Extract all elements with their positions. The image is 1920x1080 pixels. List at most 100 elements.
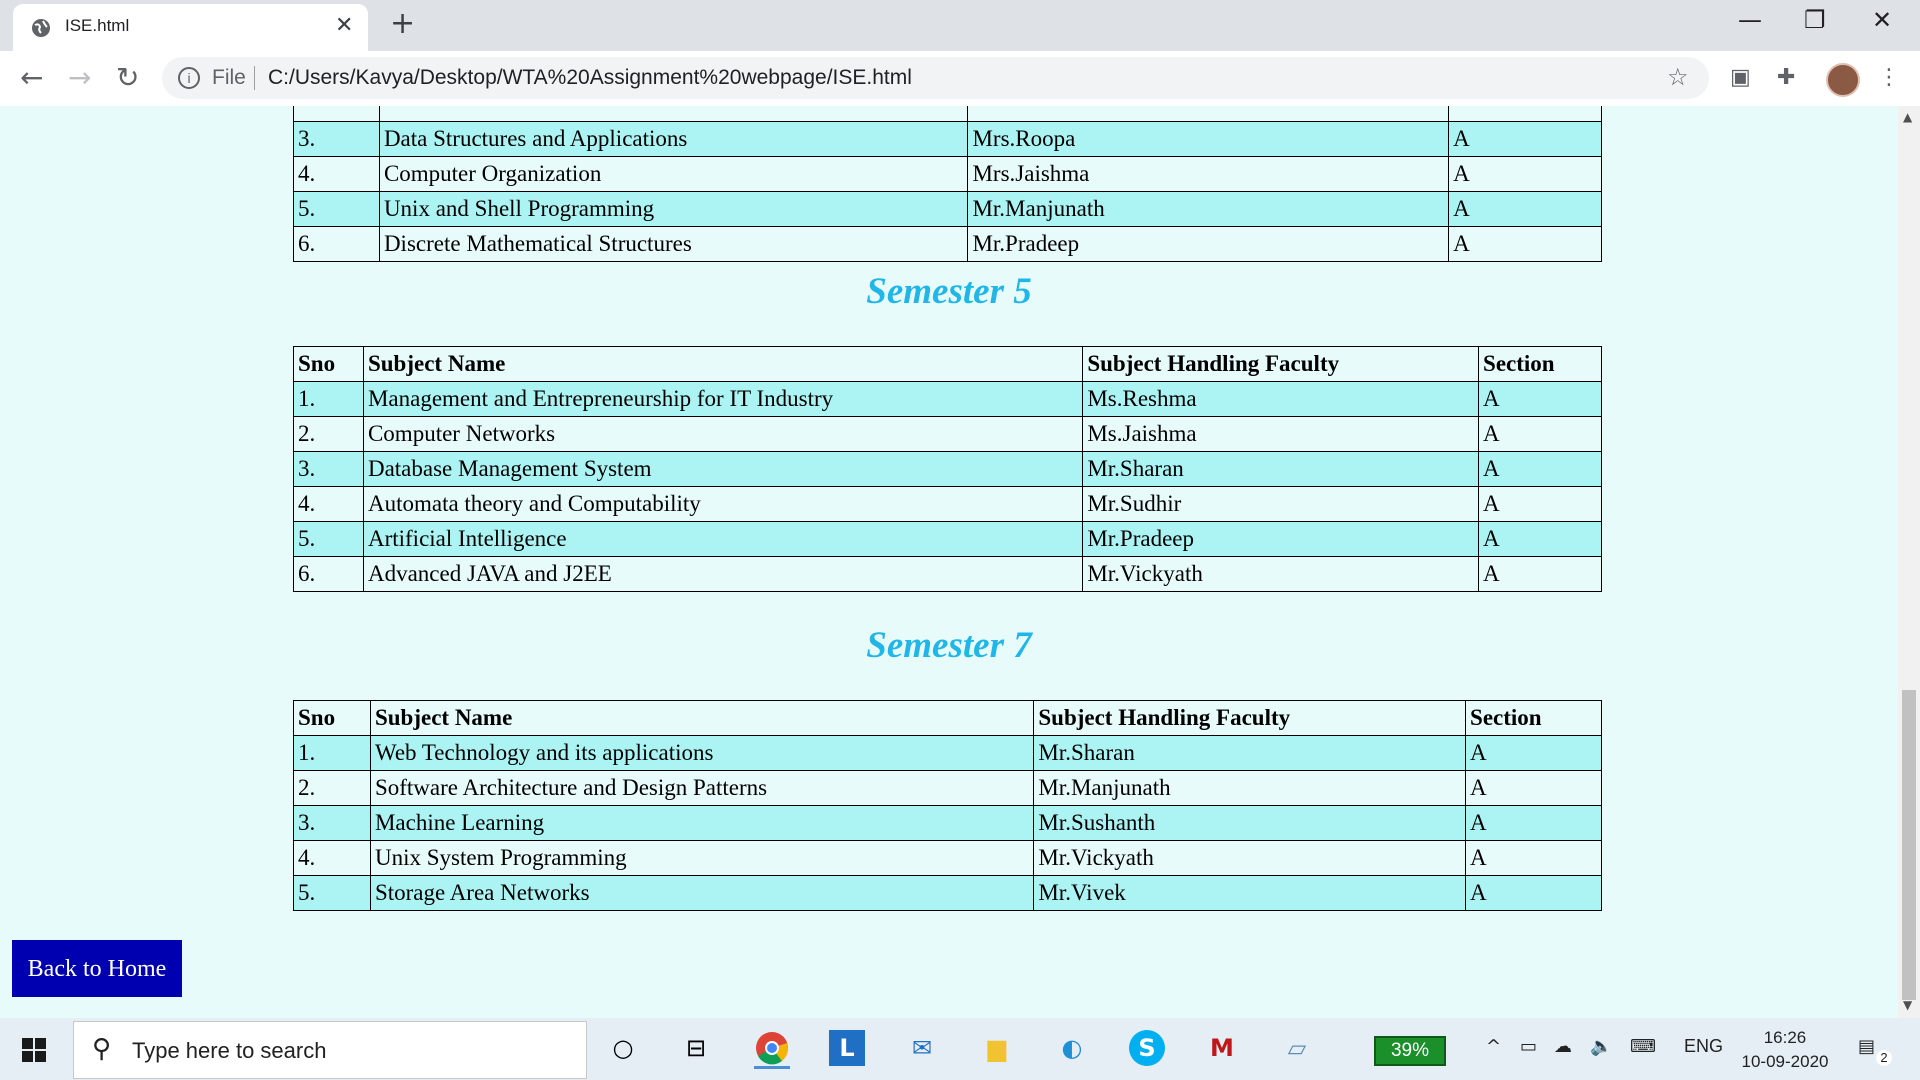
page-scrollbar[interactable]: ▲ ▼ [1898, 106, 1920, 1018]
l-app-icon[interactable]: L [829, 1030, 865, 1066]
task-view-icon[interactable]: ⊟ [678, 1030, 714, 1066]
scrollbar-thumb[interactable] [1902, 690, 1916, 1000]
subject-cell: Management and Entrepreneurship for IT I… [362, 381, 1084, 417]
section-cell: A [1465, 735, 1602, 771]
faculty-cell: Mr.Sharan [1082, 451, 1480, 487]
browser-tab[interactable]: ISE.html ✕ [13, 4, 368, 51]
bookmark-star-icon[interactable]: ☆ [1667, 63, 1689, 91]
table-row: 3. Machine Learning Mr.Sushanth A [293, 805, 1602, 841]
edge-icon[interactable]: ◐ [1054, 1030, 1090, 1066]
back-arrow-icon[interactable]: ← [20, 61, 43, 94]
subject-cell: Discrete Mathematical Structures [378, 226, 969, 262]
faculty-cell: Mr.Pradeep [1082, 521, 1480, 557]
notepad-icon[interactable]: ▱ [1279, 1030, 1315, 1066]
minimize-icon[interactable]: — [1738, 6, 1762, 34]
faculty-cell: Ms.Reshma [1082, 381, 1480, 417]
mail-icon[interactable]: ✉ [904, 1030, 940, 1066]
faculty-cell: Mr.Vickyath [1033, 840, 1467, 876]
header-faculty: Subject Handling Faculty [1033, 700, 1467, 736]
semester-3-table: 3. Data Structures and Applications Mrs.… [293, 106, 1602, 262]
section-cell: A [1465, 770, 1602, 806]
skype-icon[interactable]: S [1129, 1030, 1165, 1066]
section-cell: A [1448, 226, 1602, 262]
sno-cell: 1. [293, 735, 371, 771]
faculty-cell: Mr.Vickyath [1082, 556, 1480, 592]
semester-5-heading: Semester 5 [866, 271, 1032, 312]
scroll-up-icon[interactable]: ▲ [1903, 110, 1912, 124]
tab-close-icon[interactable]: ✕ [335, 13, 353, 38]
language-indicator[interactable]: ENG [1684, 1036, 1723, 1057]
window-close-icon[interactable]: ✕ [1872, 6, 1892, 34]
faculty-cell: Mr.Vivek [1033, 875, 1467, 911]
table-row: 5. Storage Area Networks Mr.Vivek A [293, 875, 1602, 911]
volume-icon[interactable]: 🔈 [1590, 1036, 1612, 1057]
faculty-cell: Mr.Manjunath [967, 191, 1450, 227]
section-cell: A [1465, 875, 1602, 911]
menu-kebab-icon[interactable]: ⋮ [1878, 65, 1900, 90]
sno-cell: 1. [293, 381, 364, 417]
section-cell: A [1478, 486, 1602, 522]
notification-count-badge: 2 [1876, 1050, 1892, 1066]
section-cell: A [1478, 416, 1602, 452]
header-section: Section [1478, 346, 1602, 382]
table-row: 4. Automata theory and Computability Mr.… [293, 486, 1602, 522]
reload-icon[interactable]: ↻ [116, 61, 139, 94]
cortana-icon[interactable]: ○ [605, 1030, 641, 1066]
onedrive-cloud-icon[interactable]: ☁ [1554, 1036, 1572, 1057]
search-placeholder: Type here to search [132, 1038, 327, 1063]
file-explorer-icon[interactable]: ▆ [979, 1030, 1015, 1066]
back-to-home-button[interactable]: Back to Home [12, 940, 182, 997]
subject-cell: Web Technology and its applications [369, 735, 1035, 771]
sno-cell: 4. [293, 840, 371, 876]
header-faculty: Subject Handling Faculty [1082, 346, 1480, 382]
battery-icon[interactable]: ▭ [1520, 1036, 1537, 1057]
new-tab-icon[interactable]: + [390, 6, 415, 41]
page-content: 3. Data Structures and Applications Mrs.… [0, 106, 1898, 1018]
header-sno: Sno [293, 346, 364, 382]
subject-cell: Automata theory and Computability [362, 486, 1084, 522]
address-bar[interactable]: i File C:/Users/Kavya/Desktop/WTA%20Assi… [162, 57, 1709, 99]
sno-cell: 3. [293, 451, 364, 487]
info-icon[interactable]: i [178, 67, 200, 89]
taskbar-clock[interactable]: 16:26 10-09-2020 [1730, 1026, 1840, 1074]
chrome-icon[interactable] [754, 1030, 790, 1069]
subject-cell: Database Management System [362, 451, 1084, 487]
address-url[interactable]: C:/Users/Kavya/Desktop/WTA%20Assignment%… [268, 66, 912, 90]
profile-avatar[interactable] [1826, 63, 1860, 97]
section-cell: A [1448, 121, 1602, 157]
show-hidden-icons-chevron-icon[interactable]: ^ [1486, 1036, 1501, 1057]
sno-cell: 5. [293, 191, 380, 227]
notification-center-icon[interactable]: ▤ [1858, 1036, 1875, 1057]
subject-cell: Unix System Programming [369, 840, 1035, 876]
subject-cell: Artificial Intelligence [362, 521, 1084, 557]
clock-date: 10-09-2020 [1741, 1052, 1829, 1071]
restore-icon[interactable]: ❐ [1804, 6, 1826, 34]
windows-taskbar: ⚲ Type here to search ○ ⊟ L ✉ ▆ ◐ S M ▱ … [0, 1018, 1920, 1080]
mcafee-icon[interactable]: M [1204, 1030, 1240, 1066]
section-cell: A [1478, 521, 1602, 557]
table-header-row: Sno Subject Name Subject Handling Facult… [293, 346, 1602, 382]
subject-cell: Advanced JAVA and J2EE [362, 556, 1084, 592]
globe-icon [32, 19, 50, 37]
keyboard-icon[interactable]: ⌨ [1630, 1036, 1656, 1057]
extension-icon[interactable]: ▣ [1730, 65, 1751, 90]
semester-7-table: Sno Subject Name Subject Handling Facult… [293, 700, 1602, 911]
battery-meter[interactable]: 39% [1374, 1036, 1446, 1066]
faculty-cell: Mr.Manjunath [1033, 770, 1467, 806]
windows-start-icon[interactable] [22, 1038, 46, 1062]
section-cell: A [1448, 191, 1602, 227]
scroll-down-icon[interactable]: ▼ [1903, 998, 1912, 1012]
forward-arrow-icon[interactable]: → [68, 61, 91, 94]
puzzle-extensions-icon[interactable]: ✚ [1777, 65, 1795, 90]
sno-cell: 2. [293, 770, 371, 806]
sno-cell: 6. [293, 556, 364, 592]
clock-time: 16:26 [1763, 1028, 1807, 1047]
header-subject: Subject Name [369, 700, 1035, 736]
section-cell: A [1478, 381, 1602, 417]
table-row: 5. Artificial Intelligence Mr.Pradeep A [293, 521, 1602, 557]
header-subject: Subject Name [362, 346, 1084, 382]
sno-cell: 3. [293, 805, 371, 841]
table-header-row: Sno Subject Name Subject Handling Facult… [293, 700, 1602, 736]
tab-title: ISE.html [65, 16, 130, 35]
taskbar-search-box[interactable]: ⚲ Type here to search [73, 1021, 587, 1079]
